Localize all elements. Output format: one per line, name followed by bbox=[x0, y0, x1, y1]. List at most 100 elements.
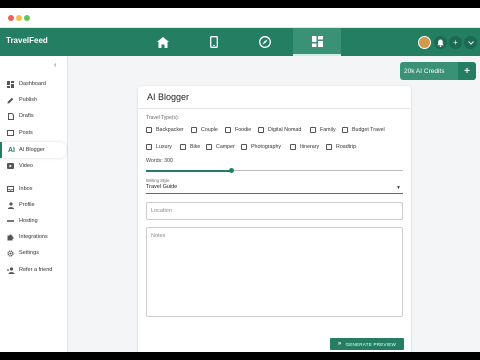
checkbox-label: Backpacker bbox=[156, 127, 184, 133]
checkbox-box[interactable] bbox=[146, 127, 152, 133]
writing-style-label: Writing Style bbox=[146, 178, 170, 183]
sidebar-item-label: Posts bbox=[19, 130, 33, 136]
sidebar-item-profile[interactable]: Profile bbox=[0, 198, 66, 212]
checkbox-family[interactable]: Family bbox=[310, 127, 336, 133]
notes-placeholder: Notes bbox=[151, 233, 166, 239]
notifications-button[interactable] bbox=[434, 36, 447, 49]
checkbox-box[interactable] bbox=[146, 144, 152, 150]
checkbox-box[interactable] bbox=[225, 127, 231, 133]
checkbox-label: Itinerary bbox=[300, 144, 320, 150]
ai-credits-button[interactable]: 20k AI Credits + bbox=[400, 62, 476, 80]
checkbox-label: Digital Nomad bbox=[268, 127, 302, 133]
window-titlebar bbox=[0, 8, 480, 28]
plus-icon: + bbox=[453, 38, 458, 47]
notes-textarea[interactable]: Notes bbox=[146, 227, 403, 317]
nav-home[interactable] bbox=[139, 28, 187, 56]
sidebar-item-label: Dashboard bbox=[19, 81, 46, 87]
avatar[interactable] bbox=[418, 36, 431, 49]
checkbox-box[interactable] bbox=[180, 144, 186, 150]
sidebar-item-label: Video bbox=[19, 163, 33, 169]
double-chevron-right-icon: » bbox=[337, 341, 342, 347]
collapse-sidebar-button[interactable]: ‹ bbox=[54, 62, 56, 69]
puzzle-icon bbox=[6, 233, 15, 242]
checkbox-couple[interactable]: Couple bbox=[191, 127, 218, 133]
sidebar-item-dashboard[interactable]: Dashboard bbox=[0, 77, 66, 91]
checkbox-box[interactable] bbox=[241, 144, 247, 150]
account-menu-button[interactable] bbox=[464, 36, 477, 49]
checkbox-roadtrip[interactable]: Roadtrip bbox=[326, 144, 356, 150]
checkbox-photography[interactable]: Photography bbox=[241, 144, 281, 150]
checkbox-foodie[interactable]: Foodie bbox=[225, 127, 251, 133]
words-label: Words: 300 bbox=[146, 158, 173, 164]
sidebar-item-label: Publish bbox=[19, 97, 38, 103]
maximize-window-dot[interactable] bbox=[24, 15, 30, 21]
checkbox-bike[interactable]: Bike bbox=[180, 144, 200, 150]
sidebar-item-hosting[interactable]: Hosting bbox=[0, 214, 66, 228]
checkbox-box[interactable] bbox=[326, 144, 332, 150]
sidebar-item-ai-blogger[interactable]: AI AI Blogger bbox=[0, 142, 66, 158]
checkbox-backpacker[interactable]: Backpacker bbox=[146, 127, 184, 133]
mobile-icon bbox=[210, 36, 218, 48]
dashboard-icon bbox=[6, 80, 15, 89]
drafts-icon bbox=[6, 112, 15, 121]
checkbox-itinerary[interactable]: Itinerary bbox=[290, 144, 319, 150]
checkbox-label: Bike bbox=[190, 144, 201, 150]
checkbox-box[interactable] bbox=[258, 127, 264, 133]
inbox-icon bbox=[6, 185, 15, 194]
sidebar-item-refer[interactable]: Refer a friend bbox=[0, 263, 66, 277]
sidebar: ‹ Dashboard Publish Drafts Posts AI AI B… bbox=[0, 56, 68, 352]
gear-icon bbox=[6, 249, 15, 258]
checkbox-box[interactable] bbox=[342, 127, 348, 133]
writing-style-select[interactable]: Travel Guide ▼ bbox=[146, 184, 403, 194]
checkbox-label: Foodie bbox=[235, 127, 252, 133]
sidebar-item-label: Drafts bbox=[19, 113, 34, 119]
sidebar-item-drafts[interactable]: Drafts bbox=[0, 109, 66, 123]
checkbox-box[interactable] bbox=[290, 144, 296, 150]
add-person-icon bbox=[6, 266, 15, 275]
chevron-down-icon bbox=[467, 40, 474, 45]
create-button[interactable]: + bbox=[449, 36, 462, 49]
sidebar-item-label: Refer a friend bbox=[19, 267, 53, 273]
nav-explore[interactable] bbox=[241, 28, 289, 56]
close-window-dot[interactable] bbox=[8, 15, 14, 21]
app-window: TravelFeed + ‹ Dashboard Publish Drafts … bbox=[0, 8, 480, 352]
sidebar-item-label: Settings bbox=[19, 250, 39, 256]
sidebar-item-integrations[interactable]: Integrations bbox=[0, 230, 66, 244]
sidebar-item-label: Integrations bbox=[19, 234, 48, 240]
sidebar-item-inbox[interactable]: Inbox bbox=[0, 182, 66, 196]
video-icon bbox=[6, 162, 15, 171]
sidebar-item-video[interactable]: Video bbox=[0, 159, 66, 173]
checkbox-camper[interactable]: Camper bbox=[206, 144, 235, 150]
checkbox-digital-nomad[interactable]: Digital Nomad bbox=[258, 127, 301, 133]
plus-icon[interactable]: + bbox=[458, 62, 476, 80]
nav-mobile[interactable] bbox=[190, 28, 238, 56]
sidebar-item-settings[interactable]: Settings bbox=[0, 246, 66, 260]
checkbox-label: Camper bbox=[216, 144, 235, 150]
words-slider-handle[interactable] bbox=[229, 168, 234, 173]
divider bbox=[138, 108, 411, 109]
minimize-window-dot[interactable] bbox=[16, 15, 22, 21]
sidebar-item-label: Profile bbox=[19, 202, 35, 208]
checkbox-box[interactable] bbox=[310, 127, 316, 133]
ai-blogger-card: AI Blogger Travel Type(s): Backpacker Co… bbox=[138, 86, 411, 352]
checkbox-label: Photography bbox=[251, 144, 282, 150]
nav-dashboard[interactable] bbox=[293, 28, 341, 56]
ai-icon: AI bbox=[8, 146, 15, 154]
location-placeholder: Location bbox=[151, 208, 172, 214]
checkbox-luxury[interactable]: Luxury bbox=[146, 144, 172, 150]
location-input[interactable]: Location bbox=[146, 202, 403, 220]
checkbox-budget-travel[interactable]: Budget Travel bbox=[342, 127, 385, 133]
writing-style-value: Travel Guide bbox=[146, 184, 178, 190]
dropdown-arrow-icon: ▼ bbox=[396, 185, 401, 191]
sidebar-item-posts[interactable]: Posts bbox=[0, 126, 66, 140]
checkbox-box[interactable] bbox=[191, 127, 197, 133]
home-icon bbox=[157, 36, 169, 48]
checkbox-label: Family bbox=[320, 127, 336, 133]
checkbox-label: Couple bbox=[201, 127, 218, 133]
checkbox-box[interactable] bbox=[206, 144, 212, 150]
generate-preview-button[interactable]: » GENERATE PREVIEW bbox=[330, 338, 404, 350]
brand-logo[interactable]: TravelFeed bbox=[6, 36, 48, 45]
sidebar-item-publish[interactable]: Publish bbox=[0, 93, 66, 107]
sidebar-item-label: Hosting bbox=[19, 218, 38, 224]
checkbox-label: Budget Travel bbox=[352, 127, 385, 133]
